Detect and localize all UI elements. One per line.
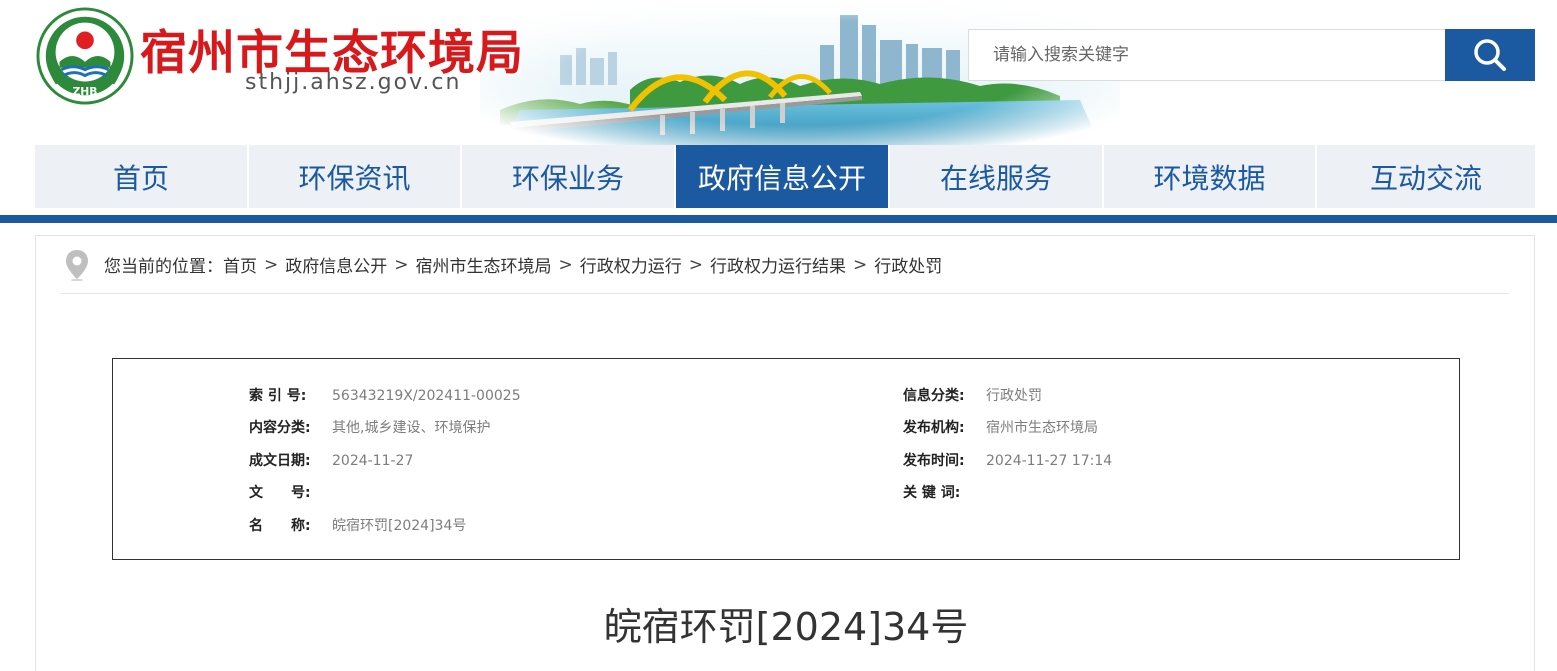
search-icon [1474,39,1506,71]
site-header: ZHB 宿州市生态环境局 sthjj.ahsz.gov.cn [0,0,1557,145]
meta-name-row: 名 称: 皖宿环罚[2024]34号 [249,515,466,535]
breadcrumb-link-admin-power[interactable]: 行政权力运行 [580,252,682,277]
meta-category-row: 内容分类: 其他,城乡建设、环境保护 [249,417,490,437]
meta-value: 2024-11-27 [332,453,414,469]
meta-label: 信息分类: [903,388,965,404]
document-title: 皖宿环罚[2024]34号 [603,605,969,649]
nav-item-home[interactable]: 首页 [35,145,247,208]
breadcrumb-link-bureau[interactable]: 宿州市生态环境局 [416,252,552,277]
breadcrumb-separator: > [688,254,703,275]
meta-value: 宿州市生态环境局 [986,420,1098,436]
search-input[interactable] [968,29,1446,81]
meta-label: 发布机构: [903,420,965,436]
meta-pub-time-row: 发布时间: 2024-11-27 17:14 [903,450,1112,470]
breadcrumb-link-home[interactable]: 首页 [223,252,257,277]
document-meta-table: 索 引 号: 56343219X/202411-00025 内容分类: 其他,城乡建… [112,358,1460,560]
breadcrumb-separator: > [558,254,573,275]
breadcrumb-link-gov-info[interactable]: 政府信息公开 [285,252,387,277]
breadcrumb-prefix: 您当前的位置： [104,257,223,277]
meta-publisher-row: 发布机构: 宿州市生态环境局 [903,417,1098,437]
meta-value: 56343219X/202411-00025 [332,388,521,404]
location-pin-icon [66,249,88,281]
nav-item-env-data[interactable]: 环境数据 [1104,145,1315,208]
meta-index-row: 索 引 号: 56343219X/202411-00025 [249,385,521,405]
search-button[interactable] [1445,29,1535,81]
nav-item-online-service[interactable]: 在线服务 [890,145,1102,208]
breadcrumb: 您当前的位置： 首页 > 政府信息公开 > 宿州市生态环境局 > 行政权力运行 … [61,236,1509,294]
meta-value: 行政处罚 [986,388,1042,404]
nav-item-gov-info[interactable]: 政府信息公开 [676,145,888,208]
meta-label: 发布时间: [903,453,965,469]
site-logo[interactable]: ZHB [36,7,134,105]
meta-label: 内容分类: [249,420,311,436]
meta-keywords-row: 关 键 词: [903,482,986,502]
breadcrumb-link-admin-results[interactable]: 行政权力运行结果 [710,252,846,277]
meta-value: 2024-11-27 17:14 [986,453,1113,469]
content-panel: 您当前的位置： 首页 > 政府信息公开 > 宿州市生态环境局 > 行政权力运行 … [35,235,1535,671]
meta-docno-row: 文 号: [249,482,332,502]
search-bar [968,29,1535,81]
meta-label: 文 号: [249,485,311,501]
nav-item-business[interactable]: 环保业务 [462,145,674,208]
meta-value: 其他,城乡建设、环境保护 [332,420,491,436]
nav-item-news[interactable]: 环保资讯 [249,145,460,208]
nav-underline [0,215,1557,223]
breadcrumb-separator: > [264,254,279,275]
nav-item-interaction[interactable]: 互动交流 [1317,145,1535,208]
meta-date-row: 成文日期: 2024-11-27 [249,450,413,470]
logo-text: ZHB [72,85,97,98]
meta-value: 皖宿环罚[2024]34号 [332,518,467,534]
main-nav: 首页 环保资讯 环保业务 政府信息公开 在线服务 环境数据 互动交流 [35,145,1535,208]
breadcrumb-separator: > [394,254,409,275]
breadcrumb-separator: > [853,254,868,275]
meta-label: 名 称: [249,518,311,534]
meta-label: 关 键 词: [903,485,961,501]
meta-label: 索 引 号: [249,388,307,404]
meta-info-type-row: 信息分类: 行政处罚 [903,385,1042,405]
meta-label: 成文日期: [249,453,311,469]
breadcrumb-link-penalty[interactable]: 行政处罚 [874,252,942,277]
site-domain: sthjj.ahsz.gov.cn [245,70,462,95]
